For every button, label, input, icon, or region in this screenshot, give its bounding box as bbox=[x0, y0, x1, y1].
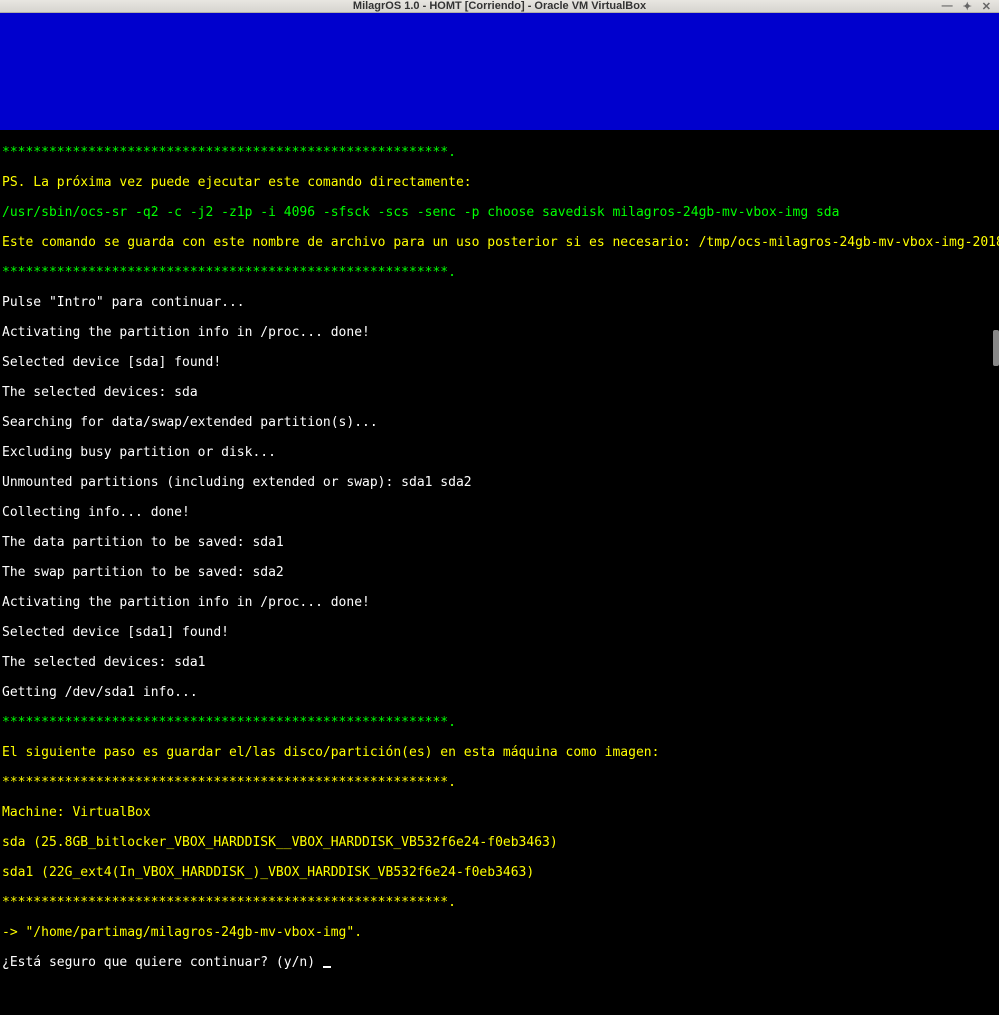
terminal-line: Selected device [sda1] found! bbox=[2, 625, 229, 640]
terminal-line: Machine: VirtualBox bbox=[2, 805, 151, 820]
terminal-line: /usr/sbin/ocs-sr -q2 -c -j2 -z1p -i 4096… bbox=[2, 205, 839, 220]
terminal-line: Collecting info... done! bbox=[2, 505, 190, 520]
terminal-line: Excluding busy partition or disk... bbox=[2, 445, 276, 460]
terminal-line: Unmounted partitions (including extended… bbox=[2, 475, 472, 490]
terminal-line: ****************************************… bbox=[2, 895, 456, 910]
close-button[interactable]: ✕ bbox=[980, 0, 993, 13]
terminal-line: ****************************************… bbox=[2, 265, 456, 280]
terminal-line: Activating the partition info in /proc..… bbox=[2, 595, 370, 610]
terminal-line: Pulse "Intro" para continuar... bbox=[2, 295, 245, 310]
maximize-button[interactable]: ✦ bbox=[961, 0, 974, 13]
vm-window: MilagrOS 1.0 - HOMT [Corriendo] - Oracle… bbox=[0, 0, 999, 655]
scrollbar-thumb[interactable] bbox=[993, 330, 999, 366]
terminal-line: ****************************************… bbox=[2, 775, 456, 790]
cursor-icon bbox=[323, 966, 331, 968]
terminal-line: El siguiente paso es guardar el/las disc… bbox=[2, 745, 659, 760]
minimize-button[interactable]: — bbox=[940, 0, 955, 12]
terminal-line: The swap partition to be saved: sda2 bbox=[2, 565, 284, 580]
terminal-output[interactable]: ****************************************… bbox=[0, 130, 999, 1015]
terminal-line: -> "/home/partimag/milagros-24gb-mv-vbox… bbox=[2, 925, 362, 940]
window-title: MilagrOS 1.0 - HOMT [Corriendo] - Oracle… bbox=[353, 0, 646, 12]
window-titlebar[interactable]: MilagrOS 1.0 - HOMT [Corriendo] - Oracle… bbox=[0, 0, 999, 13]
terminal-line: Searching for data/swap/extended partiti… bbox=[2, 415, 378, 430]
terminal-line: The selected devices: sda bbox=[2, 385, 198, 400]
terminal-line: PS. La próxima vez puede ejecutar este c… bbox=[2, 175, 472, 190]
terminal-line: The selected devices: sda1 bbox=[2, 655, 206, 670]
blue-background-area bbox=[0, 13, 999, 130]
terminal-line: Selected device [sda] found! bbox=[2, 355, 221, 370]
terminal-line: Activating the partition info in /proc..… bbox=[2, 325, 370, 340]
terminal-line: sda1 (22G_ext4(In_VBOX_HARDDISK_)_VBOX_H… bbox=[2, 865, 534, 880]
vm-content[interactable]: ****************************************… bbox=[0, 13, 999, 1015]
terminal-line: Getting /dev/sda1 info... bbox=[2, 685, 198, 700]
terminal-line: ****************************************… bbox=[2, 145, 456, 160]
terminal-line: The data partition to be saved: sda1 bbox=[2, 535, 284, 550]
terminal-line: Este comando se guarda con este nombre d… bbox=[2, 235, 999, 250]
terminal-prompt[interactable]: ¿Está seguro que quiere continuar? (y/n) bbox=[2, 955, 323, 970]
terminal-line: ****************************************… bbox=[2, 715, 456, 730]
titlebar-controls: — ✦ ✕ bbox=[940, 0, 993, 13]
terminal-line: sda (25.8GB_bitlocker_VBOX_HARDDISK__VBO… bbox=[2, 835, 558, 850]
